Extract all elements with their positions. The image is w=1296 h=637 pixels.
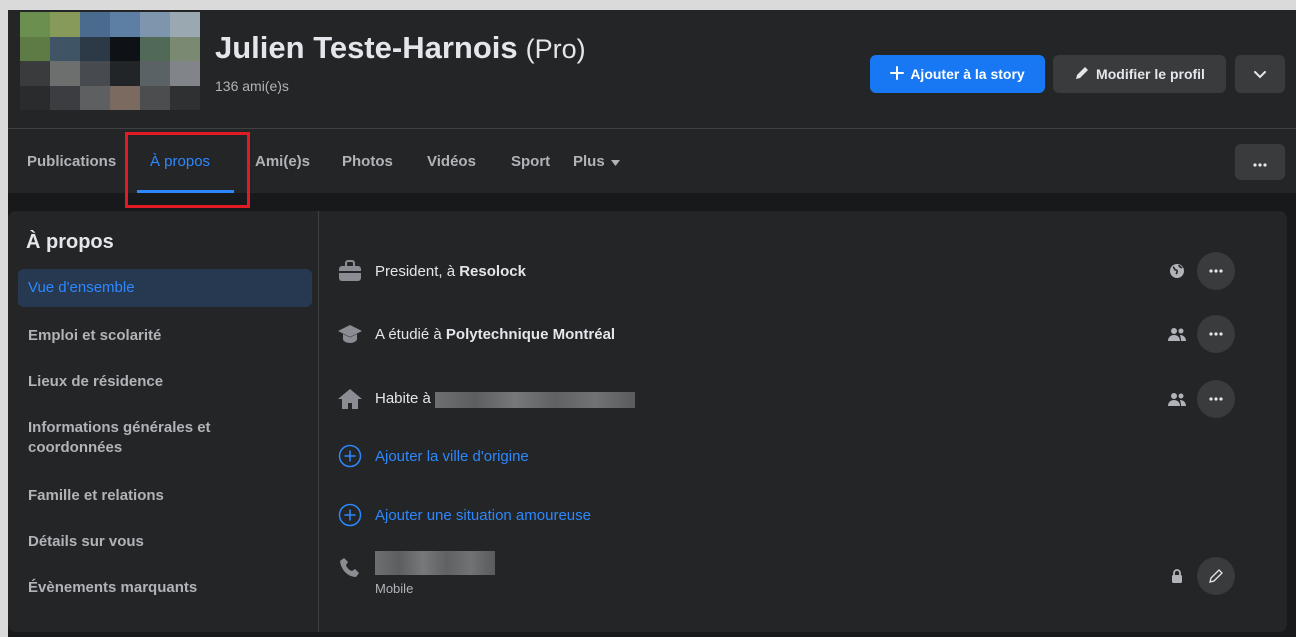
house-icon	[335, 384, 365, 414]
overview-work-row: President, à Resolock	[335, 251, 1265, 291]
more-options-button[interactable]	[1235, 55, 1285, 93]
about-card: À propos Vue d'ensemble Emploi et scolar…	[8, 211, 1287, 632]
caret-down-icon	[610, 153, 620, 170]
nav-overview[interactable]: Vue d'ensemble	[18, 269, 312, 307]
profile-name: Julien Teste-Harnois (Pro)	[215, 30, 586, 65]
profile-avatar[interactable]	[20, 12, 200, 110]
ellipsis-icon	[1209, 269, 1223, 273]
education-options-button[interactable]	[1197, 315, 1235, 353]
overview-phone-row: Mobile	[335, 551, 1265, 601]
tab-friends[interactable]: Ami(e)s	[255, 129, 310, 193]
add-relationship-link[interactable]: Ajouter une situation amoureuse	[375, 507, 591, 524]
tab-videos[interactable]: Vidéos	[427, 129, 476, 193]
work-text: President, à Resolock	[375, 262, 526, 280]
tab-more-label: Plus	[573, 152, 605, 170]
ellipsis-icon	[1209, 332, 1223, 336]
add-to-story-button[interactable]: Ajouter à la story	[870, 55, 1045, 93]
friends-icon[interactable]	[1167, 324, 1187, 344]
overview-education-row: A étudié à Polytechnique Montréal	[335, 314, 1265, 354]
school-link[interactable]: Polytechnique Montréal	[446, 326, 615, 343]
work-place-link[interactable]: Resolock	[459, 263, 526, 280]
add-hometown-row[interactable]: Ajouter la ville d'origine	[335, 441, 1265, 471]
profile-page: Julien Teste-Harnois (Pro) 136 ami(e)s Aj…	[8, 10, 1296, 637]
chevron-down-icon	[1254, 66, 1266, 82]
phone-type-label: Mobile	[375, 581, 414, 596]
nav-places-lived[interactable]: Lieux de résidence	[18, 372, 312, 392]
profile-suffix: (Pro)	[525, 34, 586, 64]
globe-icon[interactable]	[1167, 261, 1187, 281]
nav-work-education[interactable]: Emploi et scolarité	[18, 326, 312, 346]
work-options-button[interactable]	[1197, 252, 1235, 290]
briefcase-icon	[335, 256, 365, 286]
nav-contact-info[interactable]: Informations générales et coordonnées	[18, 418, 238, 458]
friends-count[interactable]: 136 ami(e)s	[215, 78, 289, 94]
ellipsis-icon	[1253, 154, 1267, 170]
redacted-city	[435, 391, 636, 408]
graduation-cap-icon	[335, 319, 365, 349]
tabs-more-button[interactable]	[1235, 144, 1285, 180]
about-title: À propos	[26, 231, 114, 253]
plus-circle-icon	[335, 500, 365, 530]
pencil-icon	[1074, 65, 1090, 84]
nav-details-about-you[interactable]: Détails sur vous	[18, 532, 312, 552]
friends-icon[interactable]	[1167, 389, 1187, 409]
plus-icon	[890, 65, 905, 83]
edit-profile-button[interactable]: Modifier le profil	[1053, 55, 1226, 93]
plus-circle-icon	[335, 441, 365, 471]
lives-text: Habite à	[375, 390, 636, 408]
overview-lives-row: Habite à	[335, 379, 1265, 419]
profile-header: Julien Teste-Harnois (Pro) 136 ami(e)s Aj…	[8, 10, 1296, 128]
tab-publications[interactable]: Publications	[27, 129, 116, 193]
education-text: A étudié à Polytechnique Montréal	[375, 325, 616, 343]
lock-icon[interactable]	[1167, 566, 1187, 586]
add-relationship-row[interactable]: Ajouter une situation amoureuse	[335, 500, 1265, 530]
redacted-phone	[375, 551, 495, 575]
lives-options-button[interactable]	[1197, 380, 1235, 418]
about-sidebar: À propos Vue d'ensemble Emploi et scolar…	[8, 211, 319, 632]
phone-icon	[335, 553, 365, 583]
tab-more[interactable]: Plus	[573, 129, 620, 193]
add-to-story-label: Ajouter à la story	[910, 66, 1025, 82]
pencil-icon	[1209, 569, 1223, 583]
edit-profile-label: Modifier le profil	[1096, 66, 1205, 82]
edit-phone-button[interactable]	[1197, 557, 1235, 595]
tab-photos[interactable]: Photos	[342, 129, 393, 193]
highlight-annotation	[125, 132, 250, 208]
tab-sport[interactable]: Sport	[511, 129, 550, 193]
nav-life-events[interactable]: Évènements marquants	[18, 578, 312, 598]
ellipsis-icon	[1209, 397, 1223, 401]
nav-family-relationships[interactable]: Famille et relations	[18, 486, 312, 506]
add-hometown-link[interactable]: Ajouter la ville d'origine	[375, 448, 529, 465]
